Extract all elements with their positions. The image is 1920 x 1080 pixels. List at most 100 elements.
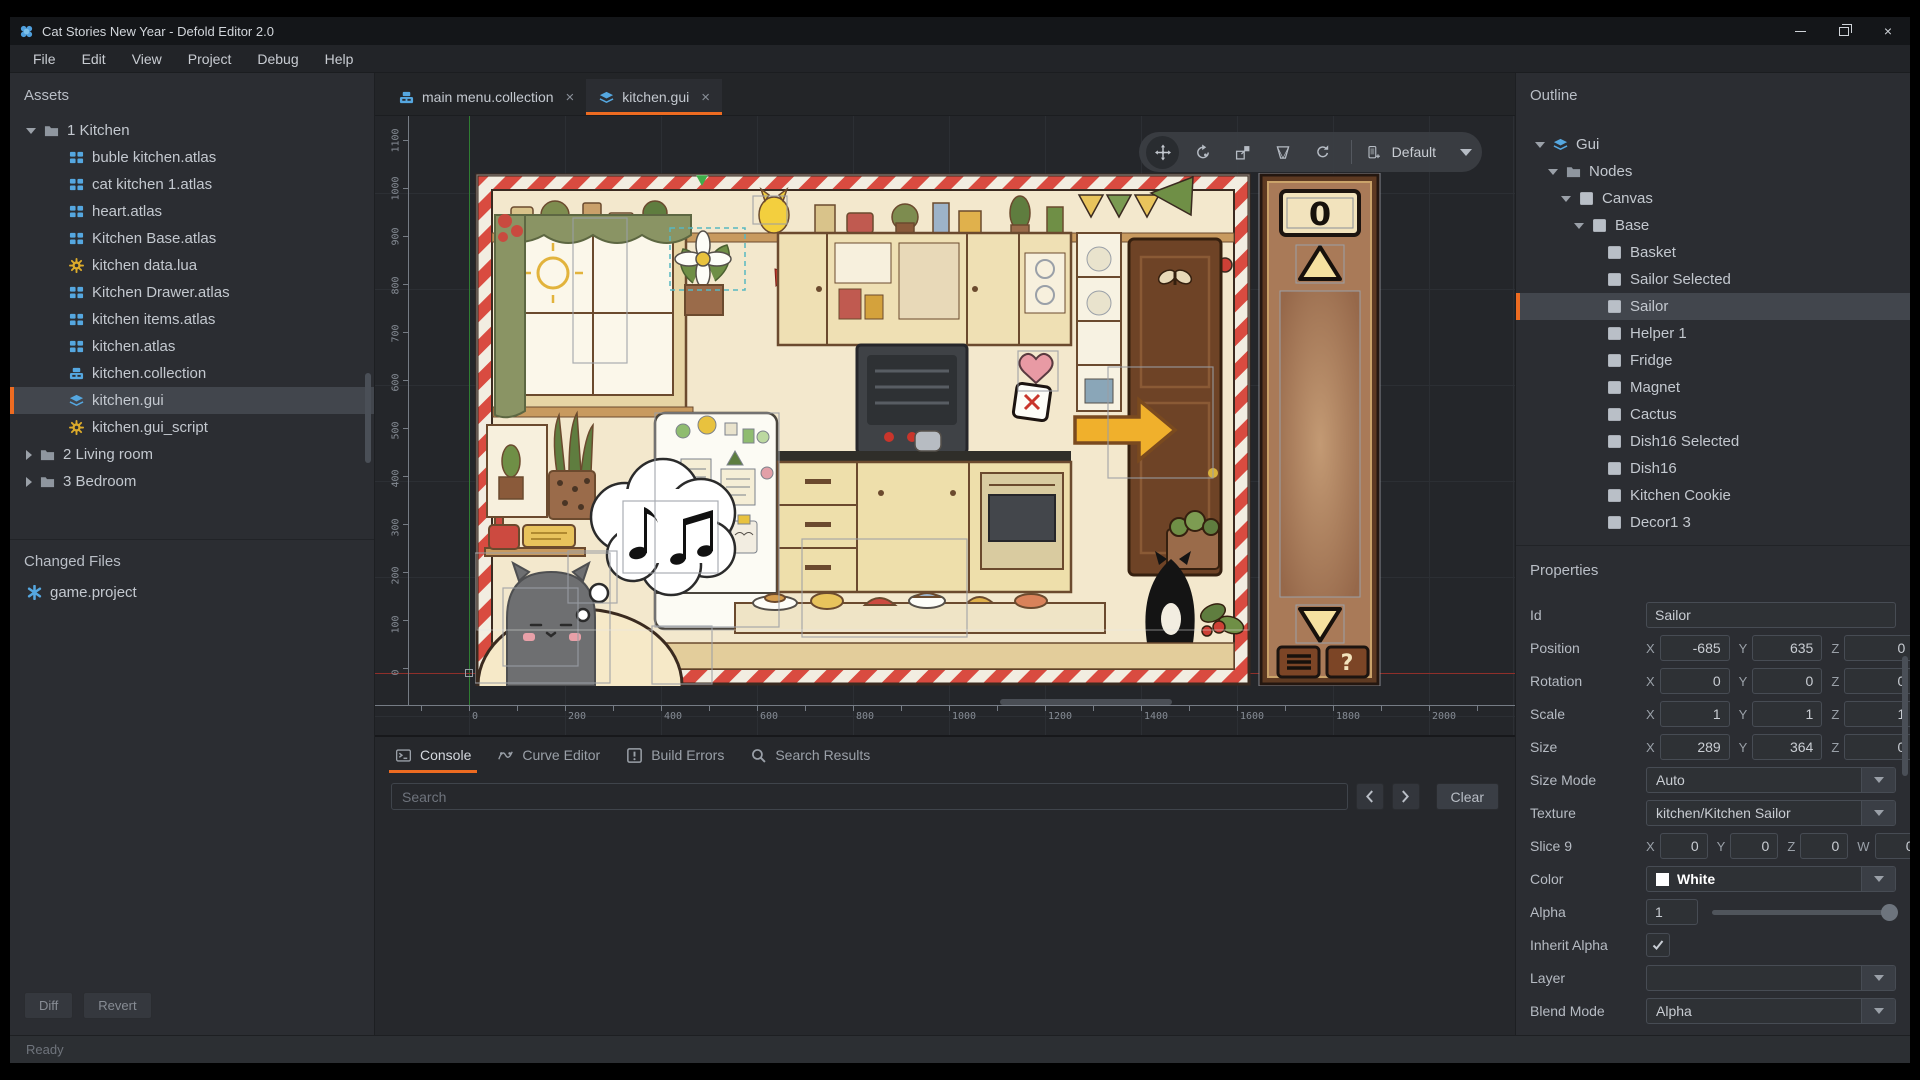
maximize-button[interactable] xyxy=(1822,17,1866,45)
console-tab-console[interactable]: Console xyxy=(389,737,477,773)
prop-input-alpha[interactable] xyxy=(1646,899,1698,925)
console-search-input[interactable] xyxy=(391,783,1348,810)
prop-input-position-x[interactable] xyxy=(1660,635,1730,661)
outline-node-kitchen-cookie[interactable]: Kitchen Cookie xyxy=(1516,482,1910,509)
asset-item-kitchen-gui-script[interactable]: kitchen.gui_script xyxy=(10,414,374,441)
clear-button[interactable]: Clear xyxy=(1436,783,1499,810)
prop-input-scale-z[interactable] xyxy=(1844,701,1910,727)
prop-input-position-y[interactable] xyxy=(1752,635,1822,661)
outline-node-magnet[interactable]: Magnet xyxy=(1516,374,1910,401)
scene-viewport[interactable]: 0 ? xyxy=(475,173,1381,686)
prop-input-scale-x[interactable] xyxy=(1660,701,1730,727)
box-icon xyxy=(1606,380,1622,396)
outline-node-sailor[interactable]: Sailor xyxy=(1516,293,1910,320)
asset-item-kitchen-data-lua[interactable]: kitchen data.lua xyxy=(10,252,374,279)
prop-axis-label: X xyxy=(1646,839,1655,854)
console-tab-build-errors[interactable]: Build Errors xyxy=(620,737,730,773)
asset-item-cat-kitchen-1-atlas[interactable]: cat kitchen 1.atlas xyxy=(10,171,374,198)
console-tab-search-results[interactable]: Search Results xyxy=(744,737,876,773)
chevron-right-icon[interactable] xyxy=(26,450,32,460)
prop-checkbox-inherit-alpha[interactable] xyxy=(1646,933,1670,957)
chevron-down-icon[interactable] xyxy=(26,128,36,134)
assets-scrollbar[interactable] xyxy=(365,373,371,463)
outline-node-canvas[interactable]: Canvas xyxy=(1516,185,1910,212)
tab-kitchen-gui[interactable]: kitchen.gui× xyxy=(586,79,722,115)
outline-node-sailor-selected[interactable]: Sailor Selected xyxy=(1516,266,1910,293)
console-tab-curve-editor[interactable]: Curve Editor xyxy=(491,737,606,773)
asset-item-kitchen-collection[interactable]: kitchen.collection xyxy=(10,360,374,387)
prop-dropdown-layer[interactable] xyxy=(1646,965,1896,991)
outline-node-dish16[interactable]: Dish16 xyxy=(1516,455,1910,482)
prop-input-slice-9-x[interactable] xyxy=(1660,833,1708,859)
prop-dropdown-color[interactable]: White xyxy=(1646,866,1896,892)
search-prev-button[interactable] xyxy=(1356,783,1384,810)
asset-item-buble-kitchen-atlas[interactable]: buble kitchen.atlas xyxy=(10,144,374,171)
prop-input-rotation-x[interactable] xyxy=(1660,668,1730,694)
close-tab-icon[interactable]: × xyxy=(701,89,710,106)
rotate-tool-button[interactable] xyxy=(1183,136,1223,169)
chevron-down-icon[interactable] xyxy=(1535,142,1545,148)
chevron-down-icon[interactable] xyxy=(1561,196,1571,202)
scene-canvas[interactable]: 0 ? xyxy=(375,116,1515,735)
prop-input-size-x[interactable] xyxy=(1660,734,1730,760)
outline-node-basket[interactable]: Basket xyxy=(1516,239,1910,266)
scale-tool-button[interactable] xyxy=(1223,136,1263,169)
alpha-slider-knob[interactable] xyxy=(1881,904,1898,921)
asset-item-kitchen-base-atlas[interactable]: Kitchen Base.atlas xyxy=(10,225,374,252)
tab-main-menu-collection[interactable]: main menu.collection× xyxy=(386,79,586,115)
prop-input-size-z[interactable] xyxy=(1844,734,1910,760)
asset-item-1-kitchen[interactable]: 1 Kitchen xyxy=(10,117,374,144)
asset-item-2-living-room[interactable]: 2 Living room xyxy=(10,441,374,468)
outline-node-gui[interactable]: Gui xyxy=(1516,131,1910,158)
diff-button[interactable]: Diff xyxy=(24,992,73,1019)
outline-node-nodes[interactable]: Nodes xyxy=(1516,158,1910,185)
changed-file-game-project[interactable]: game.project xyxy=(10,579,374,606)
outline-node-helper-1[interactable]: Helper 1 xyxy=(1516,320,1910,347)
search-next-button[interactable] xyxy=(1392,783,1420,810)
minimize-button[interactable] xyxy=(1778,17,1822,45)
prop-input-rotation-z[interactable] xyxy=(1844,668,1910,694)
alpha-sl[interactable] xyxy=(1712,910,1896,915)
canvas-horizontal-scrollbar[interactable] xyxy=(1000,699,1172,705)
prop-input-size-y[interactable] xyxy=(1752,734,1822,760)
refresh-tool-button[interactable] xyxy=(1303,136,1343,169)
prop-dropdown-blend-mode[interactable]: Alpha xyxy=(1646,998,1896,1024)
prop-input-slice-9-y[interactable] xyxy=(1730,833,1778,859)
asset-item-kitchen-atlas[interactable]: kitchen.atlas xyxy=(10,333,374,360)
revert-button[interactable]: Revert xyxy=(83,992,151,1019)
prop-dropdown-size-mode[interactable]: Auto xyxy=(1646,767,1896,793)
outline-node-decor1-3[interactable]: Decor1 3 xyxy=(1516,509,1910,536)
chevron-down-icon[interactable] xyxy=(1574,223,1584,229)
prop-input-position-z[interactable] xyxy=(1844,635,1910,661)
close-tab-icon[interactable]: × xyxy=(566,89,575,106)
prop-input-slice-9-w[interactable] xyxy=(1875,833,1910,859)
device-selector[interactable]: Default xyxy=(1360,144,1472,160)
close-button[interactable]: × xyxy=(1866,17,1910,45)
asset-item-heart-atlas[interactable]: heart.atlas xyxy=(10,198,374,225)
asset-item-kitchen-gui[interactable]: kitchen.gui xyxy=(10,387,374,414)
prop-input-rotation-y[interactable] xyxy=(1752,668,1822,694)
menu-debug[interactable]: Debug xyxy=(244,45,311,72)
outline-node-dish16-selected[interactable]: Dish16 Selected xyxy=(1516,428,1910,455)
prop-dropdown-texture[interactable]: kitchen/Kitchen Sailor xyxy=(1646,800,1896,826)
chevron-right-icon[interactable] xyxy=(26,477,32,487)
move-tool-button[interactable] xyxy=(1143,136,1183,169)
menu-view[interactable]: View xyxy=(119,45,175,72)
outline-node-cactus[interactable]: Cactus xyxy=(1516,401,1910,428)
asset-item-3-bedroom[interactable]: 3 Bedroom xyxy=(10,468,374,495)
prop-input-slice-9-z[interactable] xyxy=(1800,833,1848,859)
chevron-down-icon[interactable] xyxy=(1548,169,1558,175)
outline-node-clipped[interactable] xyxy=(1516,536,1910,543)
menu-help[interactable]: Help xyxy=(312,45,367,72)
properties-scrollbar[interactable] xyxy=(1902,656,1908,776)
prop-input-scale-y[interactable] xyxy=(1752,701,1822,727)
menu-project[interactable]: Project xyxy=(175,45,245,72)
outline-node-base[interactable]: Base xyxy=(1516,212,1910,239)
menu-file[interactable]: File xyxy=(20,45,69,72)
frustum-tool-button[interactable] xyxy=(1263,136,1303,169)
menu-edit[interactable]: Edit xyxy=(69,45,119,72)
asset-item-kitchen-items-atlas[interactable]: kitchen items.atlas xyxy=(10,306,374,333)
outline-node-fridge[interactable]: Fridge xyxy=(1516,347,1910,374)
asset-item-kitchen-drawer-atlas[interactable]: Kitchen Drawer.atlas xyxy=(10,279,374,306)
prop-input-id[interactable] xyxy=(1646,602,1896,628)
